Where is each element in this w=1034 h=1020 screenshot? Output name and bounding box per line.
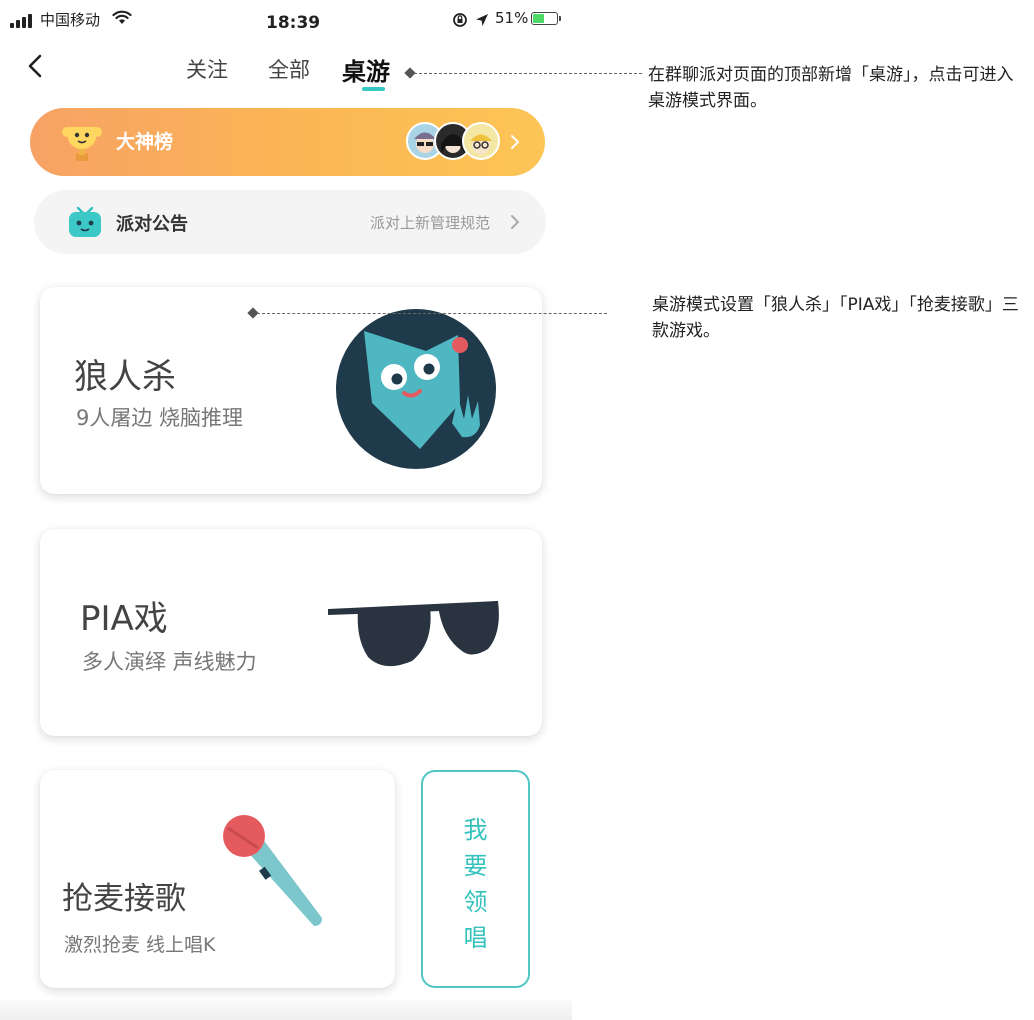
active-tab-indicator [362, 87, 385, 91]
callout-leader-line [414, 73, 642, 74]
game-title: PIA戏 [80, 599, 168, 639]
microphone-illustration [223, 815, 322, 926]
game-card-werewolf[interactable]: 狼人杀 9人屠边 烧脑推理 [40, 287, 542, 494]
phone-screen: 中国移动 18:39 51% 关注 全部 桌游 大神榜 派对公告 派对上新管理规… [0, 0, 572, 1020]
trophy-icon [62, 127, 102, 161]
tab-follow[interactable]: 关注 [186, 54, 228, 84]
chevron-right-icon [511, 215, 520, 229]
wolf-illustration [336, 309, 496, 471]
callout-leader-line [257, 313, 607, 314]
signal-icon [10, 14, 32, 28]
tv-mascot-icon [69, 206, 101, 237]
tab-board-games[interactable]: 桌游 [342, 52, 390, 87]
leaderboard-avatars [406, 122, 502, 164]
game-card-pia[interactable]: PIA戏 多人演绎 声线魅力 [40, 529, 542, 736]
status-bar: 中国移动 18:39 51% [0, 0, 572, 40]
game-subtitle: 多人演绎 声线魅力 [82, 650, 257, 674]
game-subtitle: 激烈抢麦 线上唱K [64, 934, 216, 956]
battery-percent: 51% [495, 9, 529, 27]
annotation-note: 在群聊派对页面的顶部新增「桌游」，点击可进入桌游模式界面。 [648, 65, 1014, 111]
notice-label: 派对公告 [116, 214, 188, 235]
sunglasses-illustration [328, 601, 499, 667]
game-title: 抢麦接歌 [62, 881, 186, 917]
game-title: 狼人杀 [74, 357, 176, 397]
battery-icon [531, 12, 561, 25]
back-chevron-icon[interactable] [22, 52, 50, 80]
leaderboard-label: 大神榜 [116, 131, 174, 153]
avatar [462, 122, 500, 160]
location-arrow-icon [476, 14, 488, 26]
notice-subtitle: 派对上新管理规范 [370, 214, 491, 232]
game-subtitle: 9人屠边 烧脑推理 [76, 406, 244, 430]
wifi-icon [112, 10, 132, 24]
clock: 18:39 [266, 13, 321, 33]
game-card-grab-mic[interactable]: 抢麦接歌 激烈抢麦 线上唱K [40, 770, 395, 988]
rotation-lock-icon [453, 13, 467, 27]
chevron-right-icon [511, 135, 520, 149]
tab-all[interactable]: 全部 [268, 54, 310, 84]
lead-singer-label: 我要领唱 [463, 816, 488, 952]
lead-singer-button[interactable]: 我要领唱 [421, 770, 530, 988]
bottom-edge [0, 1000, 572, 1020]
annotation-note: 桌游模式设置「狼人杀」「PIA戏」「抢麦接歌」三款游戏。 [652, 295, 1019, 341]
party-notice-banner[interactable]: 派对公告 派对上新管理规范 [34, 190, 546, 254]
leaderboard-banner[interactable]: 大神榜 [30, 108, 545, 176]
carrier-name: 中国移动 [40, 11, 101, 29]
